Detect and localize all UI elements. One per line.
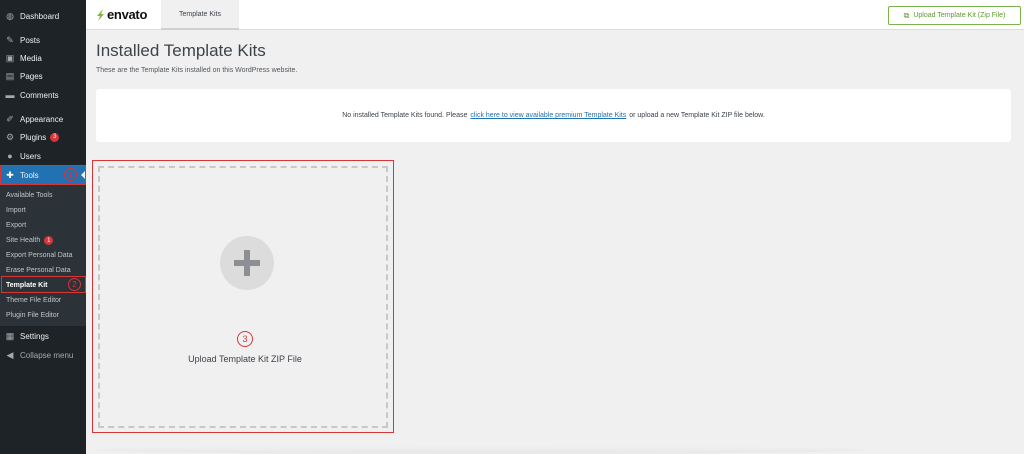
menu-posts[interactable]: ✎ Posts (0, 31, 86, 49)
zip-upload-dropzone[interactable]: 3 Upload Template Kit ZIP File (98, 166, 388, 428)
media-icon: ▣ (5, 52, 15, 63)
update-count-badge: 3 (50, 132, 60, 142)
dashboard-icon: ◍ (6, 10, 14, 21)
notice-text-before: No installed Template Kits found. Please (342, 112, 468, 119)
pages-icon: ▤ (5, 70, 15, 81)
users-icon: ● (7, 150, 13, 161)
menu-dashboard[interactable]: ◍ Dashboard (0, 7, 86, 25)
menu-label: Collapse menu (20, 350, 74, 360)
submenu-theme-file-editor[interactable]: Theme File Editor (0, 293, 86, 308)
menu-pages[interactable]: ▤ Pages (0, 67, 86, 85)
menu-label: Plugins (20, 132, 47, 142)
menu-label: Pages (20, 71, 43, 81)
submenu-export-personal-data[interactable]: Export Personal Data (0, 248, 86, 263)
menu-label: Comments (20, 90, 59, 100)
menu-label: Media (20, 53, 42, 63)
submenu-site-health[interactable]: Site Health 1 (0, 233, 86, 248)
page-bottom-shadow (96, 446, 866, 454)
envato-leaf-icon (97, 8, 104, 21)
menu-label: Settings (20, 331, 49, 341)
premium-kits-link[interactable]: click here to view available premium Tem… (470, 112, 626, 119)
submenu-export[interactable]: Export (0, 218, 86, 233)
tab-template-kits[interactable]: Template Kits (161, 0, 239, 30)
submenu-label: Site Health (6, 237, 41, 244)
menu-media[interactable]: ▣ Media (0, 49, 86, 67)
menu-label: Appearance (20, 114, 64, 124)
menu-appearance[interactable]: ✐ Appearance (0, 110, 86, 128)
page-description: These are the Template Kits installed on… (96, 67, 298, 74)
annotation-circle-1: 1 (64, 168, 77, 181)
menu-label: Dashboard (20, 11, 60, 21)
plus-icon (220, 236, 274, 290)
notice-text-after: or upload a new Template Kit ZIP file be… (629, 112, 765, 119)
plugins-icon: ⚙ (5, 131, 15, 142)
comments-icon: ▬ (5, 89, 15, 100)
envato-logo: envato (96, 7, 147, 22)
menu-label: Posts (20, 35, 41, 45)
upload-zip-label: Upload Template Kit ZIP File (188, 354, 302, 364)
annotation-circle-2: 2 (68, 278, 81, 291)
envato-header: envato Template Kits ⧉ Upload Template K… (86, 0, 1024, 30)
menu-collapse[interactable]: ◀ Collapse menu (0, 346, 86, 364)
no-kits-notice: No installed Template Kits found. Please… (96, 89, 1011, 142)
menu-label: Users (20, 151, 41, 161)
admin-sidebar: ◍ Dashboard ✎ Posts ▣ Media ▤ Pages ▬ Co… (0, 0, 86, 454)
settings-icon: ▦ (5, 330, 15, 341)
menu-comments[interactable]: ▬ Comments (0, 86, 86, 104)
menu-users[interactable]: ● Users (0, 147, 86, 165)
logo-text: envato (107, 7, 148, 22)
collapse-icon: ◀ (6, 349, 14, 360)
page-title: Installed Template Kits (96, 41, 266, 60)
menu-plugins[interactable]: ⚙ Plugins 3 (0, 128, 86, 146)
submenu-import[interactable]: Import (0, 203, 86, 218)
site-health-badge: 1 (44, 236, 54, 245)
tools-submenu: Available Tools Import Export Site Healt… (0, 185, 86, 326)
external-link-icon: ⧉ (903, 10, 910, 20)
submenu-available-tools[interactable]: Available Tools (0, 188, 86, 203)
submenu-plugin-file-editor[interactable]: Plugin File Editor (0, 308, 86, 323)
menu-settings[interactable]: ▦ Settings (0, 327, 86, 345)
upload-card-annotation: 3 Upload Template Kit ZIP File (92, 160, 394, 433)
upload-button-label: Upload Template Kit (Zip File) (913, 12, 1006, 19)
upload-template-kit-button[interactable]: ⧉ Upload Template Kit (Zip File) (888, 6, 1021, 25)
annotation-circle-3: 3 (237, 331, 253, 347)
paintbrush-icon: ✐ (6, 113, 14, 124)
pushpin-icon: ✎ (6, 34, 14, 45)
